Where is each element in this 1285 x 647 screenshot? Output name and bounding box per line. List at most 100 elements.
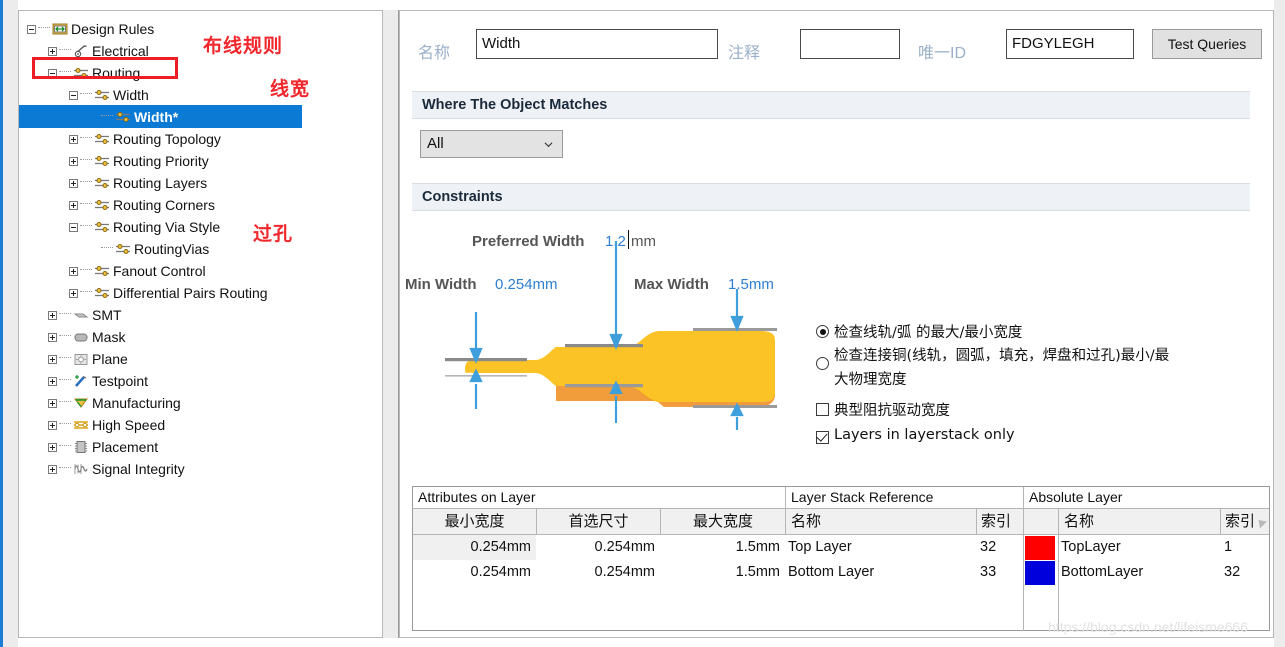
tree-panel-scrollbar[interactable] xyxy=(383,10,399,638)
tree-item-routing[interactable]: Routing xyxy=(19,61,382,83)
tree-item-placement[interactable]: Placement xyxy=(19,435,382,457)
tree-item-routing-corners[interactable]: Routing Corners xyxy=(19,193,382,215)
tree-item-label: Mask xyxy=(92,329,126,346)
tree-item-label: Routing Via Style xyxy=(113,219,221,236)
tree-connector xyxy=(59,334,71,336)
table-col-header-preferred-size[interactable]: 首选尺寸 xyxy=(536,509,660,535)
tree-item-high-speed[interactable]: High Speed xyxy=(19,413,382,435)
layer-attributes-table[interactable]: Attributes on Layer Layer Stack Referenc… xyxy=(412,486,1270,631)
signal-integrity-icon xyxy=(73,462,89,476)
tree-item-routing-priority[interactable]: Routing Priority xyxy=(19,149,382,171)
table-row[interactable]: Bottom Layer xyxy=(788,560,874,584)
tree-item-routing-via-style[interactable]: Routing Via Style xyxy=(19,215,382,237)
checkbox-layers-in-layerstack-only[interactable] xyxy=(816,431,829,444)
table-col-header-color[interactable] xyxy=(1023,509,1058,535)
collapse-icon[interactable] xyxy=(69,222,78,232)
routing-icon xyxy=(94,220,110,234)
tree-item-plane[interactable]: Plane xyxy=(19,347,382,369)
expand-icon[interactable] xyxy=(48,398,57,408)
tree-item-fanout-control[interactable]: Fanout Control xyxy=(19,259,382,281)
tree-item-mask[interactable]: Mask xyxy=(19,325,382,347)
table-row[interactable]: 0.254mm xyxy=(536,560,655,584)
expand-icon[interactable] xyxy=(48,354,57,364)
checkbox-typical-impedance-width[interactable] xyxy=(816,403,829,416)
table-row[interactable]: 1.5mm xyxy=(660,535,780,559)
tree-item-signal-integrity[interactable]: Signal Integrity xyxy=(19,457,382,479)
expand-icon[interactable] xyxy=(48,464,57,474)
expand-icon[interactable] xyxy=(69,134,78,144)
radio-check-connected-copper-label-line1[interactable]: 检查连接铜(线轨，圆弧，填充，焊盘和过孔)最小/最 xyxy=(834,344,1169,365)
scope-select[interactable]: All xyxy=(420,130,563,158)
expand-icon[interactable] xyxy=(69,266,78,276)
collapse-icon[interactable] xyxy=(27,24,36,34)
tree-item-differential-pairs-routing[interactable]: Differential Pairs Routing xyxy=(19,281,382,303)
table-col-header-abs-name[interactable]: 名称 xyxy=(1058,509,1220,535)
routing-icon xyxy=(94,286,110,300)
tree-connector xyxy=(38,26,50,28)
name-input[interactable]: Width xyxy=(476,29,718,59)
expand-icon[interactable] xyxy=(69,156,78,166)
tree-item-testpoint[interactable]: Testpoint xyxy=(19,369,382,391)
tree-connector xyxy=(80,290,92,292)
expand-icon[interactable] xyxy=(48,46,57,56)
test-queries-button[interactable]: Test Queries xyxy=(1152,29,1262,59)
tree-item-width[interactable]: Width* xyxy=(19,105,382,129)
expand-icon[interactable] xyxy=(48,376,57,386)
layer-color-swatch xyxy=(1025,561,1055,585)
tree-item-electrical[interactable]: Electrical xyxy=(19,39,382,61)
routing-icon xyxy=(94,154,110,168)
tree-item-routingvias[interactable]: RoutingVias xyxy=(19,237,382,259)
table-row[interactable]: TopLayer xyxy=(1061,535,1121,559)
annotation-via: 过孔 xyxy=(253,223,294,245)
collapse-icon[interactable] xyxy=(69,90,78,100)
tree-connector xyxy=(59,400,71,402)
tree-item-manufacturing[interactable]: Manufacturing xyxy=(19,391,382,413)
table-col-header-min-width[interactable]: 最小宽度 xyxy=(413,509,536,535)
table-col-header-stack-index[interactable]: 索引 xyxy=(976,509,1023,535)
table-row[interactable]: 1 xyxy=(1224,535,1232,559)
expand-icon[interactable] xyxy=(69,178,78,188)
collapse-icon[interactable] xyxy=(48,68,57,78)
table-row[interactable]: 0.254mm xyxy=(413,535,531,559)
table-row[interactable]: Top Layer xyxy=(788,535,852,559)
expand-icon[interactable] xyxy=(48,420,57,430)
expand-icon[interactable] xyxy=(48,332,57,342)
design-rules-tree-panel[interactable]: Design Rules Electrical Routing Width Width*… xyxy=(18,10,383,638)
routing-icon xyxy=(94,176,110,190)
routing-icon xyxy=(73,66,89,80)
checkbox-typical-impedance-width-label[interactable]: 典型阻抗驱动宽度 xyxy=(834,399,950,420)
tree-item-design-rules[interactable]: Design Rules xyxy=(19,17,382,39)
table-row[interactable]: 32 xyxy=(1224,560,1240,584)
table-row[interactable]: 32 xyxy=(980,535,996,559)
checkbox-layers-in-layerstack-only-label[interactable]: Layers in layerstack only xyxy=(834,427,1015,443)
radio-check-track-arc-width[interactable] xyxy=(816,325,829,338)
unique-id-input[interactable]: FDGYLEGH xyxy=(1006,29,1134,59)
tree-connector xyxy=(59,378,71,380)
table-row[interactable]: 33 xyxy=(980,560,996,584)
table-row[interactable]: BottomLayer xyxy=(1061,560,1143,584)
tree-item-routing-layers[interactable]: Routing Layers xyxy=(19,171,382,193)
radio-check-connected-copper-label-line2[interactable]: 大物理宽度 xyxy=(834,368,907,389)
tree-item-label: Fanout Control xyxy=(113,263,206,280)
tree-item-label: Routing Layers xyxy=(113,175,208,192)
table-row[interactable]: 1.5mm xyxy=(660,560,780,584)
table-row[interactable]: 0.254mm xyxy=(413,560,531,584)
routing-icon xyxy=(94,88,110,102)
expand-icon[interactable] xyxy=(69,200,78,210)
high-speed-icon xyxy=(73,418,89,432)
design-rules-tree[interactable]: Design Rules Electrical Routing Width Width*… xyxy=(19,11,382,479)
expand-icon[interactable] xyxy=(48,310,57,320)
radio-check-track-arc-width-label[interactable]: 检查线轨/弧 的最大/最小宽度 xyxy=(834,321,1022,342)
tree-item-width[interactable]: Width xyxy=(19,83,382,105)
tree-item-smt[interactable]: SMT xyxy=(19,303,382,325)
table-col-header-stack-name[interactable]: 名称 xyxy=(785,509,976,535)
table-row[interactable]: 0.254mm xyxy=(536,535,655,559)
where-object-matches-header: Where The Object Matches xyxy=(412,91,1250,119)
table-col-header-max-width[interactable]: 最大宽度 xyxy=(660,509,785,535)
radio-check-connected-copper-width[interactable] xyxy=(816,357,829,370)
tree-item-routing-topology[interactable]: Routing Topology xyxy=(19,127,382,149)
comment-input[interactable] xyxy=(800,29,900,59)
layer-color-swatch xyxy=(1025,536,1055,560)
expand-icon[interactable] xyxy=(69,288,78,298)
expand-icon[interactable] xyxy=(48,442,57,452)
